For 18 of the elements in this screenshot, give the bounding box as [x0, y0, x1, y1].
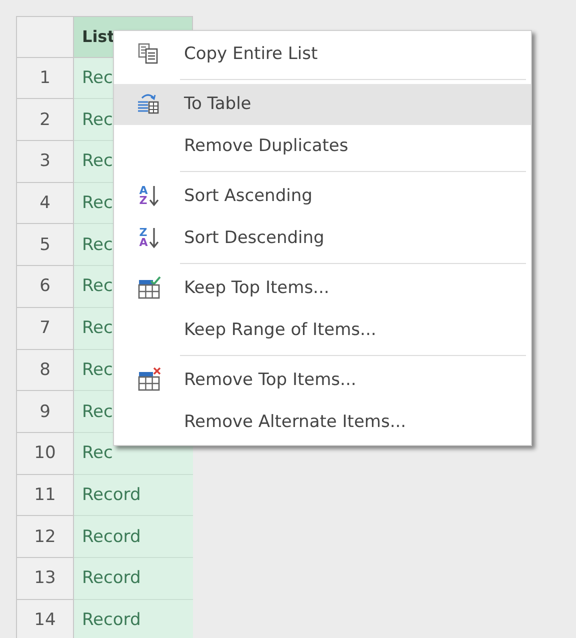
row-number: 5: [16, 224, 74, 266]
row-number: 1: [16, 58, 74, 100]
row-number: 10: [16, 432, 74, 475]
row-number: 2: [16, 99, 74, 142]
table-cell: Record: [74, 516, 193, 558]
table-cell: Record: [74, 474, 193, 516]
row-number: 3: [16, 141, 74, 183]
row-number: 13: [16, 558, 74, 600]
row-number: 7: [16, 308, 74, 350]
row-number: 4: [16, 182, 74, 224]
row-number: 8: [16, 350, 74, 392]
table-cell: Record: [74, 600, 193, 638]
row-number: 11: [16, 474, 74, 516]
table-cell: Record: [74, 558, 193, 600]
row-number: 6: [16, 266, 74, 308]
row-number: 12: [16, 516, 74, 558]
row-number: 9: [16, 391, 74, 433]
row-number: 14: [16, 600, 74, 638]
